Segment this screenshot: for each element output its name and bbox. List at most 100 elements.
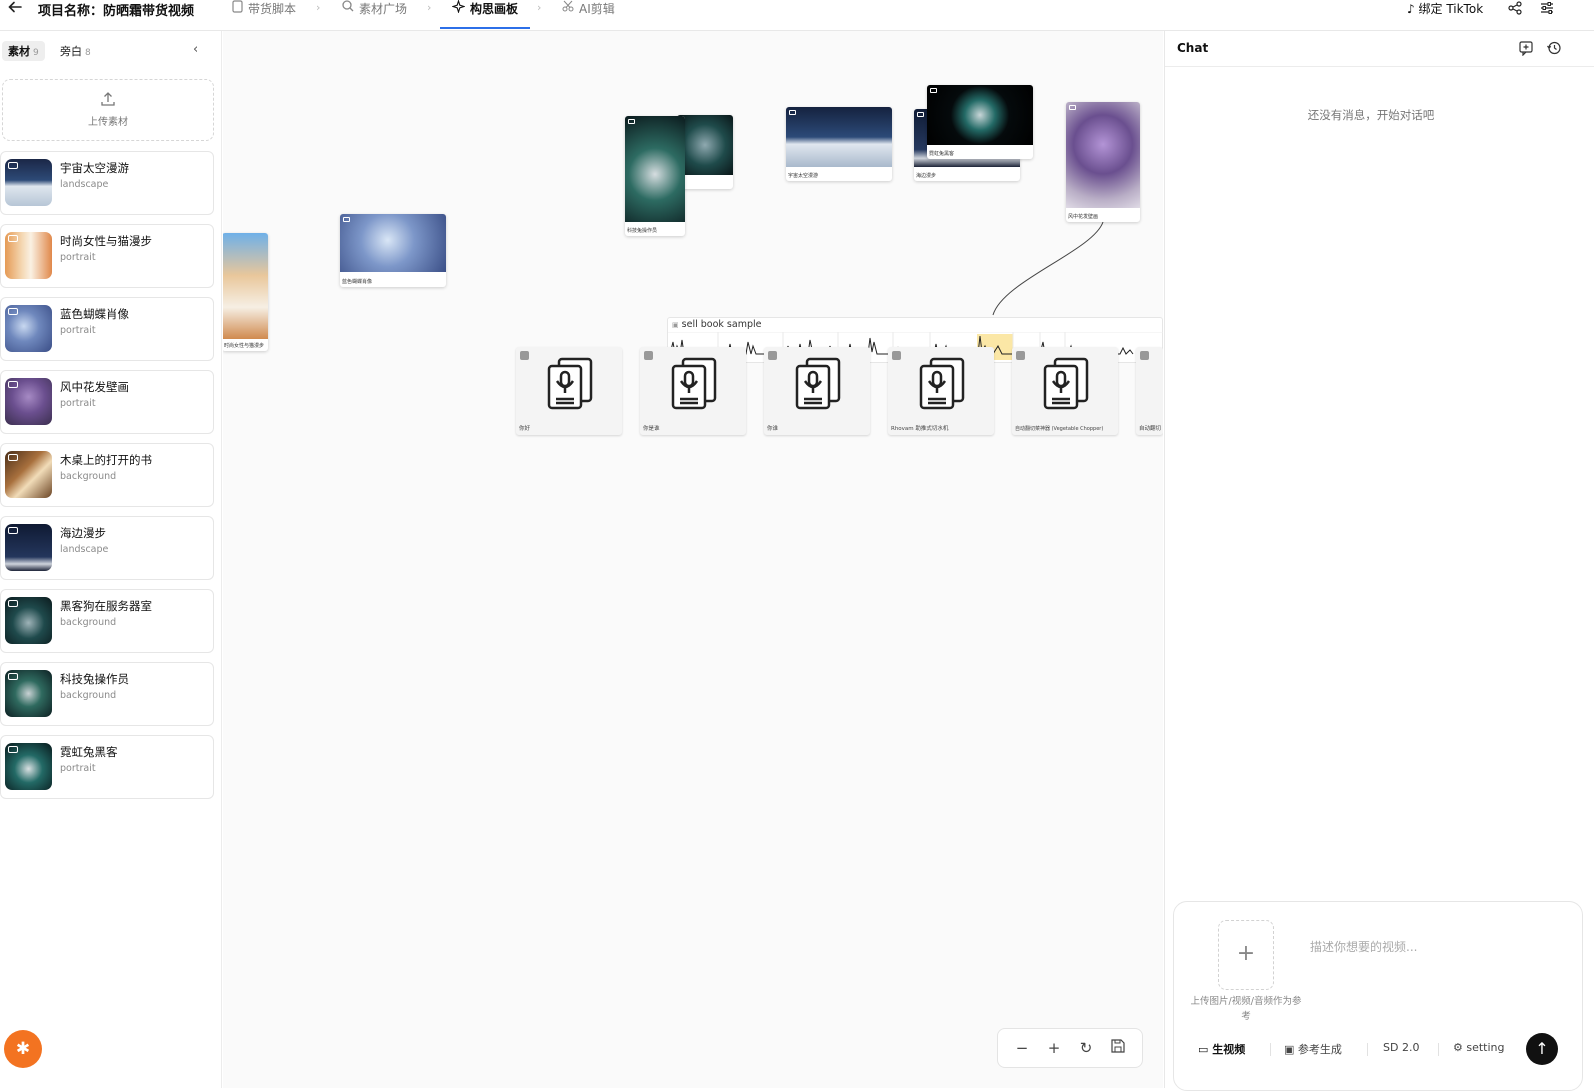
bind-tiktok-label: 绑定 TikTok xyxy=(1418,2,1484,16)
scissors-icon xyxy=(562,0,574,12)
asset-kind: portrait xyxy=(60,325,96,336)
reference-upload-button[interactable]: + xyxy=(1218,920,1274,990)
bind-tiktok-button[interactable]: ♪ 绑定 TikTok xyxy=(1407,0,1483,17)
video-icon xyxy=(8,235,18,242)
new-chat-icon[interactable] xyxy=(1518,40,1534,56)
canvas-node[interactable]: 时尚女性与猫漫步 xyxy=(223,233,268,351)
asset-kind: landscape xyxy=(60,179,109,190)
asset-card[interactable]: 蓝色蝴蝶肖像 portrait xyxy=(0,297,214,361)
asset-thumbnail xyxy=(5,378,52,425)
asset-card[interactable]: 风中花发壁画 portrait xyxy=(0,370,214,434)
asset-name: 时尚女性与猫漫步 xyxy=(60,234,152,248)
sidebar-tab-voiceover[interactable]: 旁白 8 xyxy=(54,41,97,61)
voiceover-node[interactable]: 自动翻切菜神器 (Vegetable Chopper) xyxy=(1012,347,1118,435)
asset-kind: landscape xyxy=(60,544,109,555)
chat-title: Chat xyxy=(1177,41,1209,55)
asset-thumbnail xyxy=(5,305,52,352)
asset-kind: portrait xyxy=(60,398,96,409)
divider xyxy=(1367,1043,1368,1056)
mode-label: setting xyxy=(1466,1041,1505,1054)
bug-report-button[interactable]: ✱ xyxy=(4,1030,42,1068)
sidebar-tab-assets[interactable]: 素材 9 xyxy=(2,41,45,61)
image-icon xyxy=(8,600,18,607)
asset-card[interactable]: 科技兔操作员 background xyxy=(0,662,214,726)
asset-name: 黑客狗在服务器室 xyxy=(60,599,152,613)
tab-script[interactable]: 带货脚本 xyxy=(232,0,296,29)
mode-reference-generate[interactable]: ▣ 参考生成 xyxy=(1284,1041,1342,1057)
canvas-node[interactable]: 宇宙太空漫游 xyxy=(786,107,892,181)
reference-upload-label: 上传图片/视频/音频作为参考 xyxy=(1190,996,1302,1022)
send-button[interactable]: ↑ xyxy=(1526,1033,1558,1065)
reset-view-icon[interactable]: ↻ xyxy=(1077,1039,1095,1057)
asset-name: 海边漫步 xyxy=(60,526,106,540)
asset-name: 风中花发壁画 xyxy=(60,380,129,394)
canvas-node[interactable]: 蓝色蝴蝶肖像 xyxy=(340,214,446,287)
video-icon xyxy=(343,217,350,222)
canvas-node[interactable]: 风中花发壁画 xyxy=(1066,102,1140,222)
asset-kind: background xyxy=(60,690,117,701)
asset-card[interactable]: 宇宙太空漫游 landscape xyxy=(0,151,214,215)
sidebar-tab-count: 8 xyxy=(85,48,91,58)
zoom-in-icon[interactable]: + xyxy=(1045,1039,1063,1057)
mode-label: SD 2.0 xyxy=(1383,1041,1420,1054)
canvas-node[interactable]: 科技兔操作员 xyxy=(625,116,685,236)
asset-name: 木桌上的打开的书 xyxy=(60,453,152,467)
video-icon xyxy=(789,110,796,115)
node-caption: 风中花发壁画 xyxy=(1068,214,1099,220)
asset-kind: portrait xyxy=(60,252,96,263)
voiceover-caption: 你谁 xyxy=(767,426,779,432)
video-icon xyxy=(930,88,937,93)
storyboard-canvas[interactable]: 时尚女性与猫漫步 蓝色蝴蝶肖像 科技兔操作员 宇宙太空漫游 海边漫步 霓虹兔黑客… xyxy=(223,31,1163,1088)
asset-thumbnail xyxy=(5,597,52,644)
voiceover-node[interactable]: 你谁 xyxy=(764,347,870,435)
asset-sidebar: 素材 9 旁白 8 ‹ 上传素材 宇宙太空漫游 landscape 时尚女性与猫漫步… xyxy=(0,31,222,1088)
mode-settings[interactable]: ⚙ setting xyxy=(1453,1041,1505,1054)
back-arrow-icon[interactable] xyxy=(8,0,28,16)
audio-badge-icon xyxy=(520,351,529,360)
voiceover-caption: 自动翻切 xyxy=(1139,426,1162,432)
tab-label: AI剪辑 xyxy=(579,2,615,16)
node-image xyxy=(677,115,733,175)
divider xyxy=(1270,1043,1271,1056)
voiceover-node[interactable]: Rhovam 助推式切水机 xyxy=(888,347,994,435)
image-icon xyxy=(628,119,635,124)
node-image xyxy=(625,116,685,222)
save-icon[interactable] xyxy=(1109,1039,1127,1057)
voiceover-caption: Rhovam 助推式切水机 xyxy=(891,426,949,432)
video-icon xyxy=(8,162,18,169)
audio-badge-icon xyxy=(892,351,901,360)
asset-card[interactable]: 黑客狗在服务器室 background xyxy=(0,589,214,653)
asset-card[interactable]: 时尚女性与猫漫步 portrait xyxy=(0,224,214,288)
settings-sliders-icon[interactable] xyxy=(1540,1,1554,18)
asset-thumbnail xyxy=(5,524,52,571)
node-image xyxy=(340,214,446,272)
asset-card[interactable]: 霓虹兔黑客 portrait xyxy=(0,735,214,799)
voiceover-node[interactable]: 你好 xyxy=(516,347,622,435)
history-icon[interactable] xyxy=(1546,40,1562,56)
asset-kind: background xyxy=(60,617,117,628)
mode-model-select[interactable]: SD 2.0 xyxy=(1383,1041,1419,1054)
voiceover-node[interactable]: 自动翻切 xyxy=(1136,347,1163,435)
asset-card[interactable]: 海边漫步 landscape xyxy=(0,516,214,580)
video-icon xyxy=(8,527,18,534)
node-image xyxy=(223,233,268,339)
voiceover-node[interactable]: 你是谁 xyxy=(640,347,746,435)
divider xyxy=(1438,1043,1439,1056)
asset-kind: portrait xyxy=(60,763,96,774)
video-icon xyxy=(8,746,18,753)
voice-document-icon xyxy=(919,357,965,410)
share-icon[interactable] xyxy=(1508,1,1522,18)
collapse-sidebar-icon[interactable]: ‹ xyxy=(193,42,198,57)
zoom-out-icon[interactable]: − xyxy=(1013,1039,1031,1057)
tab-ai-edit[interactable]: AI剪辑 xyxy=(562,0,615,29)
prompt-input[interactable] xyxy=(1310,922,1560,972)
tab-label: 构思画板 xyxy=(470,2,519,16)
tab-assets[interactable]: 素材广场 xyxy=(342,0,407,29)
upload-asset-button[interactable]: 上传素材 xyxy=(2,79,214,141)
mode-generate-video[interactable]: ▭ 生视频 xyxy=(1198,1041,1245,1057)
node-image xyxy=(1066,102,1140,208)
asset-card[interactable]: 木桌上的打开的书 background xyxy=(0,443,214,507)
voice-document-icon xyxy=(547,357,593,410)
tab-board[interactable]: 构思画板 xyxy=(452,0,518,29)
canvas-node[interactable]: 霓虹兔黑客 xyxy=(927,85,1033,159)
